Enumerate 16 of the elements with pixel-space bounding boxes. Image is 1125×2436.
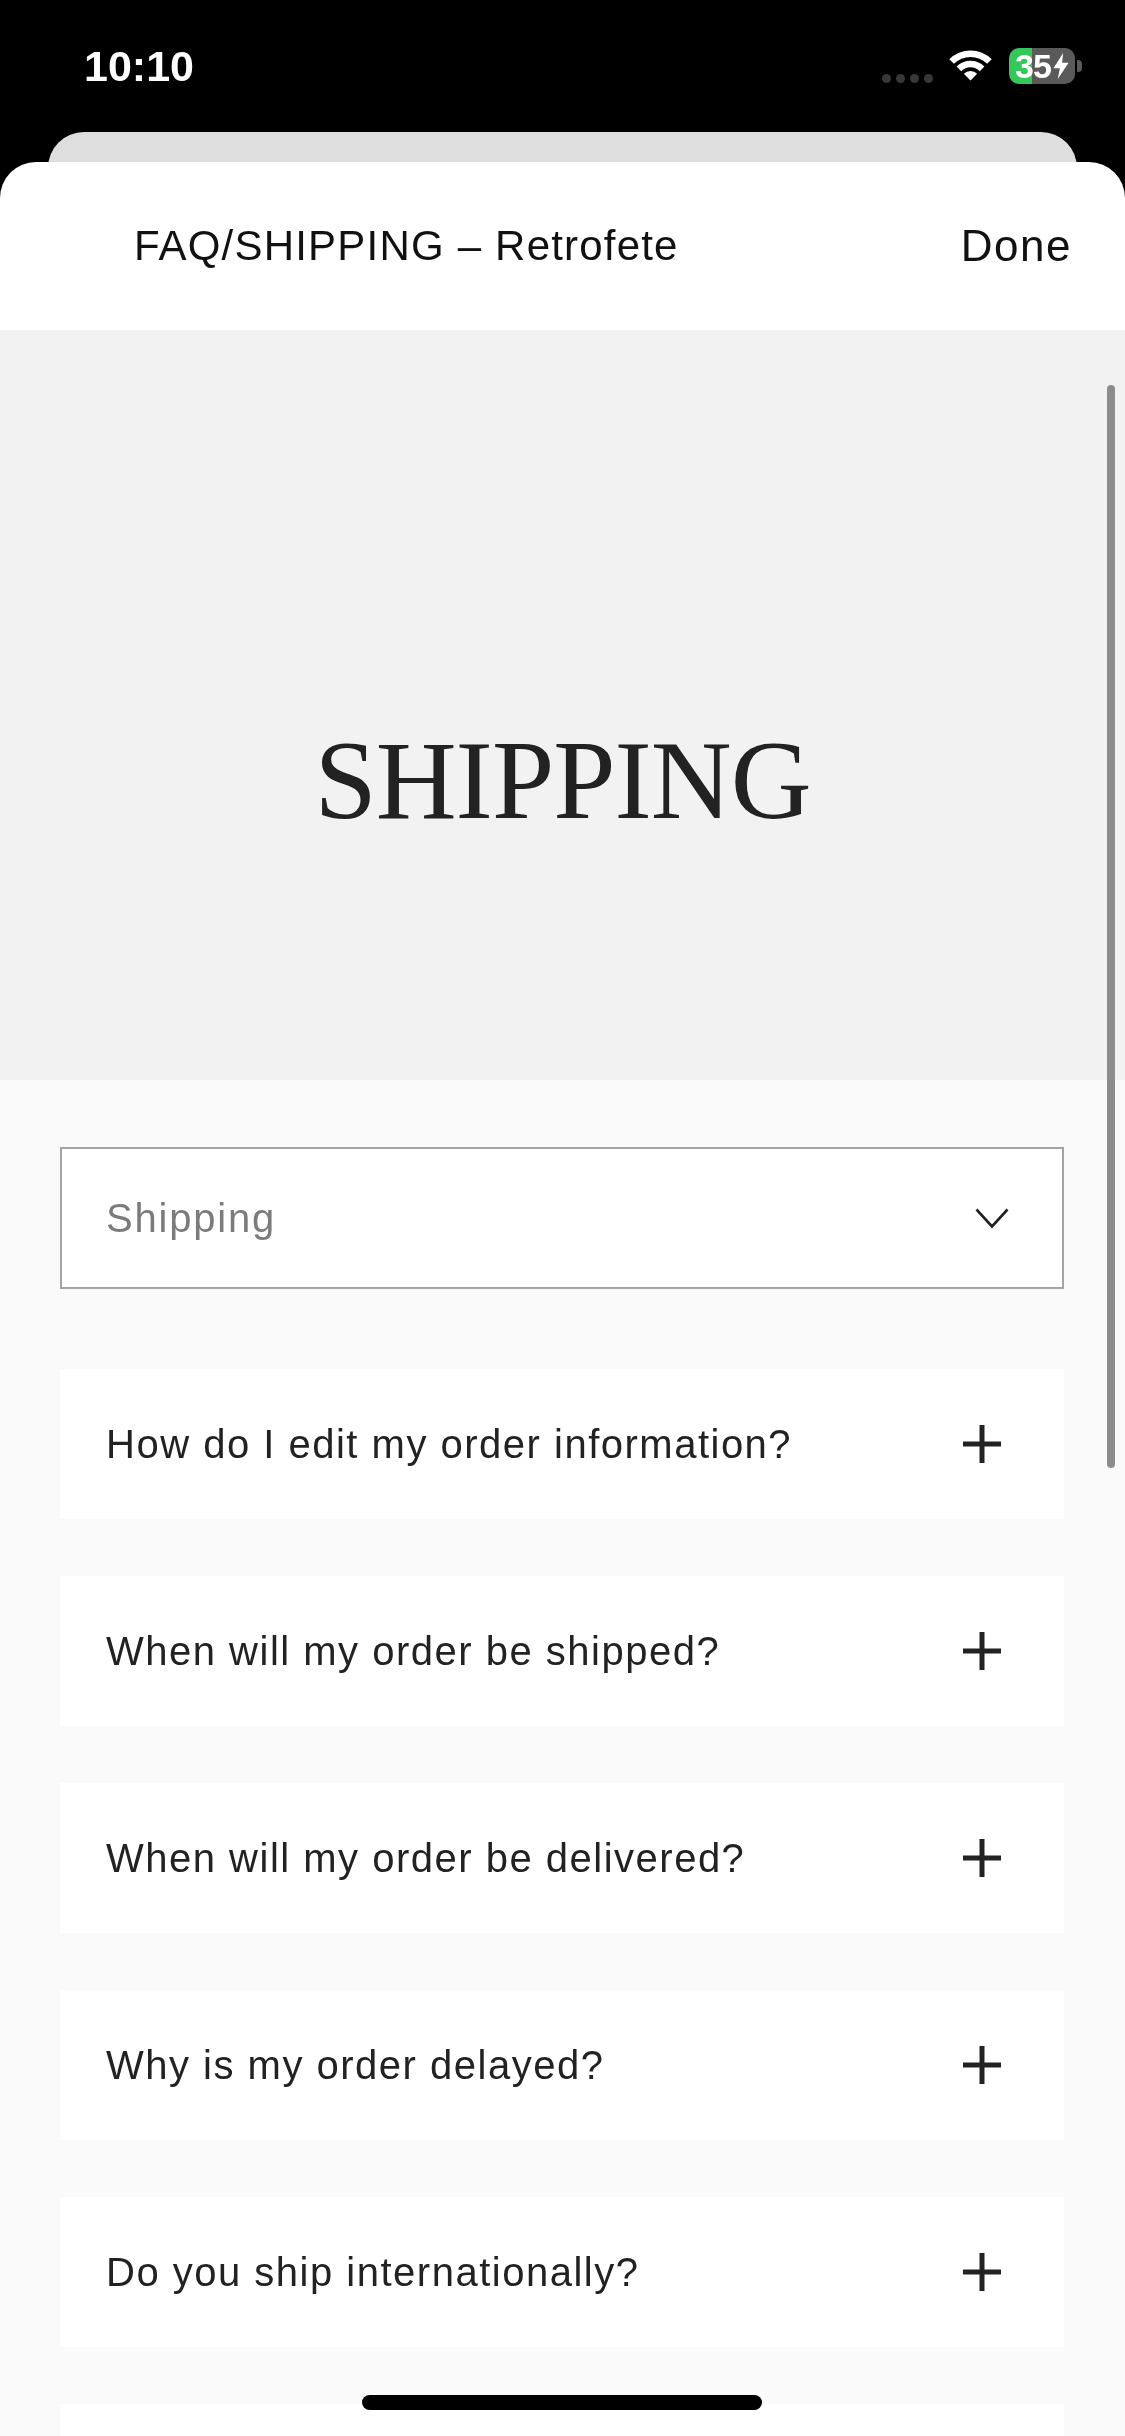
faq-item[interactable]: Do you ship internationally? <box>60 2197 1064 2347</box>
faq-item[interactable]: Why is my order delayed? <box>60 1990 1064 2140</box>
signal-dots-icon <box>882 73 933 83</box>
faq-item[interactable]: When will my order be shipped? <box>60 1576 1064 1726</box>
wifi-icon <box>948 50 993 82</box>
scrollbar[interactable] <box>1107 385 1115 1468</box>
faq-item[interactable]: How do I edit my order information? <box>60 1369 1064 1519</box>
faq-item[interactable]: When will my order be delivered? <box>60 1783 1064 1933</box>
sheet-title: FAQ/SHIPPING – Retrofete <box>134 222 679 270</box>
status-time: 10:10 <box>84 44 194 88</box>
category-dropdown[interactable]: Shipping <box>60 1147 1064 1289</box>
done-button[interactable]: Done <box>960 221 1072 271</box>
chevron-down-icon <box>975 1207 1009 1229</box>
faq-item[interactable] <box>60 2404 1064 2436</box>
battery-tip-icon <box>1077 60 1082 72</box>
hero-title: SHIPPING <box>314 724 811 836</box>
